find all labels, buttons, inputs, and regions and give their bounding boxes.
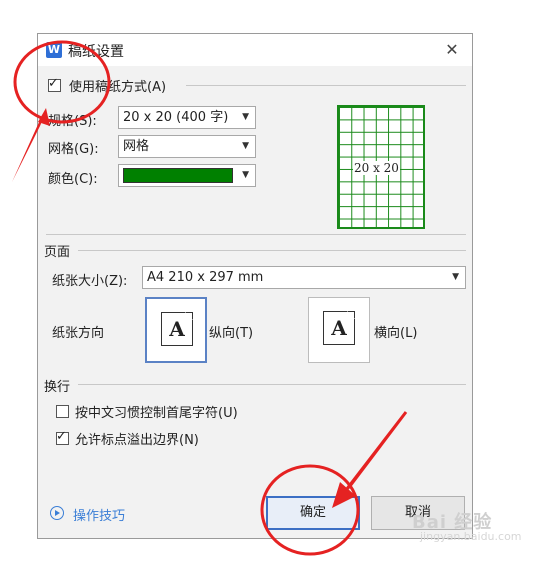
red-annotation-overlay xyxy=(12,40,408,556)
annotation-circle-ok xyxy=(260,464,360,556)
annotation-arrow-bottom xyxy=(338,411,408,498)
watermark-url: jingyan.baidu.com xyxy=(420,530,522,543)
annotation-circle-checkbox xyxy=(13,40,111,124)
annotation-arrowhead-bottom xyxy=(332,482,356,508)
